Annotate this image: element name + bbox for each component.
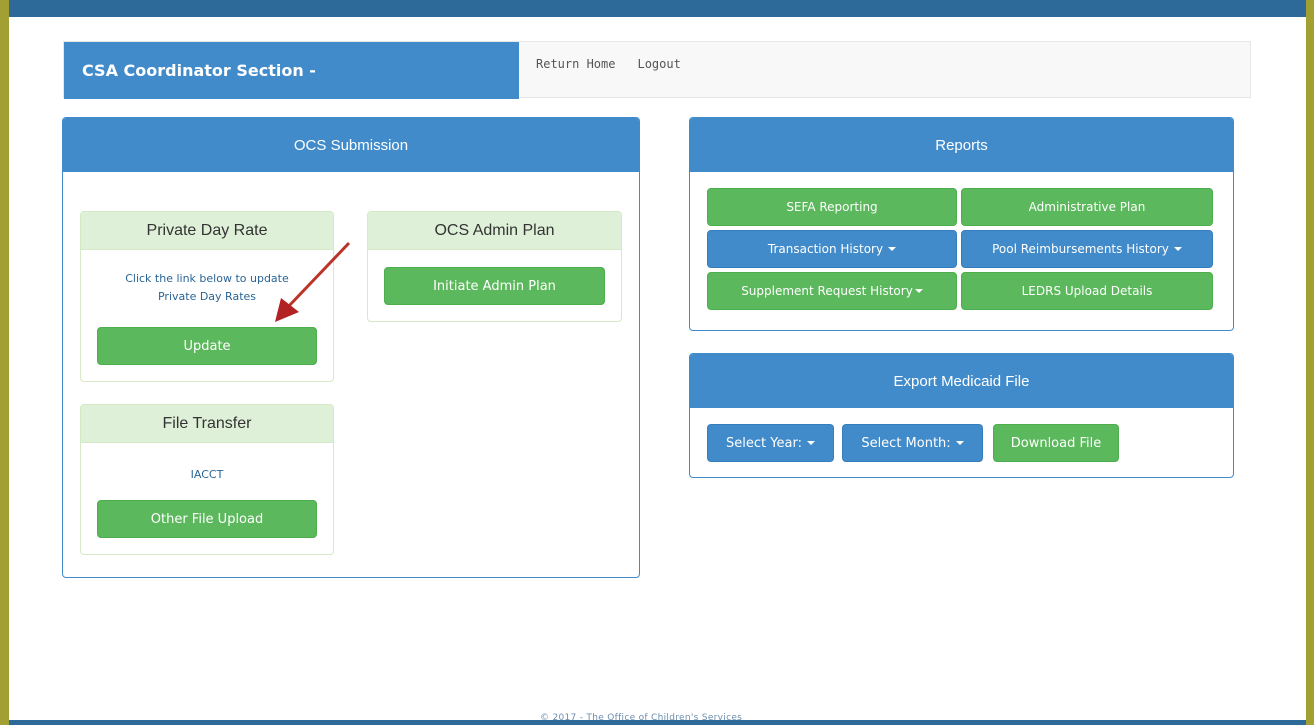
window-right-border: [1306, 0, 1314, 725]
window-left-border: [0, 0, 9, 725]
caret-down-icon: [888, 247, 897, 251]
update-button[interactable]: Update: [97, 327, 317, 365]
navbar-links: Return Home Logout: [536, 57, 681, 71]
ledrs-upload-details-button[interactable]: LEDRS Upload Details: [961, 272, 1213, 310]
administrative-plan-button[interactable]: Administrative Plan: [961, 188, 1213, 226]
sefa-reporting-button[interactable]: SEFA Reporting: [707, 188, 957, 226]
navbar-brand[interactable]: CSA Coordinator Section -: [64, 42, 519, 99]
select-year-label: Select Year:: [726, 435, 802, 451]
transaction-history-dropdown[interactable]: Transaction History: [707, 230, 957, 268]
caret-down-icon: [914, 289, 923, 293]
supplement-request-history-label: Supplement Request History: [741, 284, 913, 298]
window-top-border: [0, 0, 1314, 17]
footer-copyright: © 2017 - The Office of Children's Servic…: [540, 713, 743, 723]
annotation-arrow-icon: [275, 241, 351, 322]
initiate-admin-plan-button[interactable]: Initiate Admin Plan: [384, 267, 605, 305]
caret-down-icon: [806, 441, 815, 445]
other-file-upload-button[interactable]: Other File Upload: [97, 500, 317, 538]
transaction-history-label: Transaction History: [767, 242, 884, 256]
export-medicaid-title: Export Medicaid File: [690, 354, 1233, 408]
caret-down-icon: [955, 441, 964, 445]
select-year-dropdown[interactable]: Select Year:: [707, 424, 834, 462]
ocs-submission-title: OCS Submission: [63, 118, 639, 172]
select-month-dropdown[interactable]: Select Month:: [842, 424, 983, 462]
caret-down-icon: [1173, 247, 1182, 251]
file-transfer-title: File Transfer: [81, 405, 333, 443]
supplement-request-history-dropdown[interactable]: Supplement Request History: [707, 272, 957, 310]
iacct-link[interactable]: IACCT: [108, 466, 306, 484]
top-navbar: CSA Coordinator Section - Return Home Lo…: [63, 41, 1251, 99]
return-home-link[interactable]: Return Home: [536, 57, 615, 71]
download-file-button[interactable]: Download File: [993, 424, 1119, 462]
pool-reimbursements-history-label: Pool Reimbursements History: [992, 242, 1169, 256]
pool-reimbursements-history-dropdown[interactable]: Pool Reimbursements History: [961, 230, 1213, 268]
logout-link[interactable]: Logout: [637, 57, 680, 71]
ocs-admin-plan-title: OCS Admin Plan: [368, 212, 621, 250]
reports-title: Reports: [690, 118, 1233, 172]
select-month-label: Select Month:: [861, 435, 951, 451]
